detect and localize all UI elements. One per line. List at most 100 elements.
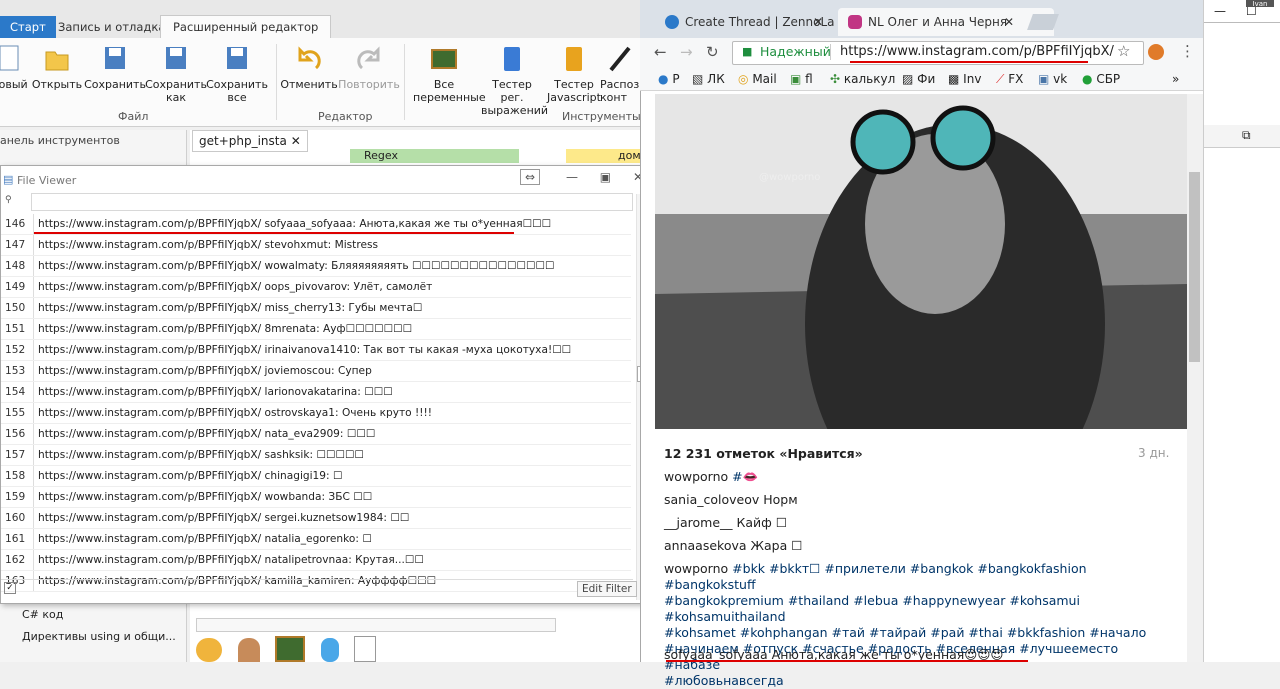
- restore-icon[interactable]: ⧉: [1242, 128, 1251, 143]
- all-variables-button[interactable]: Все переменные: [413, 44, 486, 104]
- table-row[interactable]: 160 https://www.instagram.com/p/BPFfiIYjq…: [1, 508, 631, 529]
- red-underline: [34, 232, 514, 234]
- close-icon[interactable]: ✕: [813, 8, 823, 36]
- calc-icon: ✣: [830, 72, 841, 86]
- edit-filter-button[interactable]: Edit Filter: [577, 581, 637, 597]
- url-text[interactable]: https://www.instagram.com/p/BPFfiIYjqbX/: [840, 44, 1114, 59]
- close-icon[interactable]: ✕: [291, 134, 301, 148]
- bookmark-inv[interactable]: ▩ Inv: [948, 72, 981, 86]
- table-row[interactable]: 155 https://www.instagram.com/p/BPFfiIYjq…: [1, 403, 631, 424]
- filter-checkbox[interactable]: ✓: [4, 582, 16, 594]
- list-icon[interactable]: [354, 636, 376, 662]
- minimize-icon[interactable]: —: [566, 170, 578, 184]
- variables-board-icon[interactable]: [275, 636, 305, 662]
- comment-user[interactable]: wowporno: [664, 469, 728, 484]
- menu-icon[interactable]: ⋮: [1180, 42, 1195, 60]
- yellow-block[interactable]: дом: [566, 149, 641, 163]
- undo-button[interactable]: Отменить: [278, 44, 340, 91]
- regex-block[interactable]: Regex: [350, 149, 519, 163]
- floppy-icon: [166, 47, 186, 69]
- lk-icon: ▧: [692, 72, 704, 86]
- regex-tester-button[interactable]: Тестер рег. выражений: [481, 44, 548, 117]
- js-tester-button[interactable]: Тестер Javascript: [543, 44, 605, 104]
- robot-icon[interactable]: [320, 638, 339, 662]
- table-row[interactable]: 148 https://www.instagram.com/p/BPFfiIYjq…: [1, 256, 631, 277]
- zenno-favicon: [665, 15, 679, 29]
- bookmark-r[interactable]: ● Р: [658, 72, 680, 86]
- table-row[interactable]: 156 https://www.instagram.com/p/BPFfiIYjq…: [1, 424, 631, 445]
- table-row[interactable]: 147 https://www.instagram.com/p/BPFfiIYjq…: [1, 235, 631, 256]
- save-all-button[interactable]: Сохранить все: [206, 44, 268, 104]
- bookmark-sbr[interactable]: ● СБР: [1082, 72, 1120, 86]
- table-row[interactable]: 161 https://www.instagram.com/p/BPFfiIYjq…: [1, 529, 631, 550]
- bookmark-calc[interactable]: ✣ калькул: [830, 72, 895, 86]
- more-bookmarks-icon[interactable]: »: [1172, 72, 1179, 86]
- browser-tab-zennolab[interactable]: Create Thread | ZennoLa ✕: [655, 8, 855, 36]
- close-icon[interactable]: ✕: [1004, 8, 1014, 36]
- table-row[interactable]: 157 https://www.instagram.com/p/BPFfiIYjq…: [1, 445, 631, 466]
- redo-icon: [357, 46, 380, 70]
- list-item-csharp[interactable]: C# код: [0, 604, 186, 626]
- table-row[interactable]: 149 https://www.instagram.com/p/BPFfiIYjq…: [1, 277, 631, 298]
- save-as-button[interactable]: Сохранить как: [145, 44, 207, 104]
- bookmark-fx[interactable]: ⟋ FX: [996, 72, 1023, 87]
- row-text: https://www.instagram.com/p/BPFfiIYjqbX/…: [38, 365, 372, 377]
- comment-user[interactable]: annaasekova: [664, 538, 747, 553]
- maximize-icon[interactable]: ▣: [600, 170, 611, 184]
- extension-icon[interactable]: [1148, 44, 1164, 60]
- table-row[interactable]: 153 https://www.instagram.com/p/BPFfiIYjq…: [1, 361, 631, 382]
- list-item-using[interactable]: Директивы using и общи...: [0, 626, 186, 648]
- caption-hashtags[interactable]: #bkk #bkkт☐ #прилетели #bangkok #bangkok…: [664, 561, 1087, 592]
- table-row[interactable]: 151 https://www.instagram.com/p/BPFfiIYjq…: [1, 319, 631, 340]
- likes-count[interactable]: 12 231 отметок «Нравится»: [664, 446, 863, 461]
- table-row[interactable]: 162 https://www.instagram.com/p/BPFfiIYjq…: [1, 550, 631, 571]
- redo-button[interactable]: Повторить: [338, 44, 400, 91]
- table-row[interactable]: 154 https://www.instagram.com/p/BPFfiIYjq…: [1, 382, 631, 403]
- table-row[interactable]: 152 https://www.instagram.com/p/BPFfiIYjq…: [1, 340, 631, 361]
- browser-scroll-thumb[interactable]: [1189, 172, 1200, 362]
- caption-hashtags[interactable]: #любовьнавсегда: [664, 673, 784, 688]
- table-row[interactable]: 159 https://www.instagram.com/p/BPFfiIYjq…: [1, 487, 631, 508]
- comment-user[interactable]: __jarome__: [664, 515, 733, 530]
- table-row[interactable]: 158 https://www.instagram.com/p/BPFfiIYjq…: [1, 466, 631, 487]
- row-text: https://www.instagram.com/p/BPFfiIYjqbX/…: [38, 470, 343, 482]
- user-button[interactable]: Ivan: [1246, 0, 1274, 8]
- background-window: ⧉ — ☐: [1203, 0, 1280, 662]
- reload-icon[interactable]: ↻: [706, 43, 719, 61]
- vk-icon: ▣: [1038, 72, 1050, 86]
- gear-icon[interactable]: [196, 638, 222, 662]
- save-button[interactable]: Сохранить: [84, 44, 146, 91]
- caption-user[interactable]: wowporno: [664, 561, 728, 576]
- filter-input[interactable]: [31, 193, 633, 211]
- post-image[interactable]: @wowporno: [655, 94, 1187, 429]
- line-number: 150: [1, 298, 34, 318]
- row-text: https://www.instagram.com/p/BPFfiIYjqbX/…: [38, 344, 572, 356]
- recognize-icon: [609, 46, 631, 72]
- recognize-button[interactable]: Распоз конт: [600, 44, 640, 104]
- bookmark-vk[interactable]: ▣ vk: [1038, 72, 1067, 86]
- bookmark-fl[interactable]: ▣ fl: [790, 72, 813, 86]
- back-icon[interactable]: ←: [654, 43, 667, 61]
- user-icon[interactable]: [237, 638, 260, 662]
- resize-icon[interactable]: ⇔: [520, 169, 541, 185]
- minimize-icon[interactable]: —: [1214, 4, 1226, 18]
- bookmark-fi[interactable]: ▨ Фи: [902, 72, 935, 86]
- forward-icon[interactable]: →: [680, 43, 693, 61]
- lock-icon[interactable]: ■: [742, 45, 752, 58]
- caption-hashtags[interactable]: #kohsamet #kohphangan #тай #тайрай #рай …: [664, 625, 1146, 640]
- caption-hashtags[interactable]: #bangkokpremium #thailand #lebua #happyn…: [664, 593, 1080, 624]
- row-text: https://www.instagram.com/p/BPFfiIYjqbX/…: [38, 218, 552, 230]
- browser-tab-instagram[interactable]: NL Олег и Анна Черня ✕: [838, 8, 1054, 36]
- table-row[interactable]: 150 https://www.instagram.com/p/BPFfiIYjq…: [1, 298, 631, 319]
- comment-user[interactable]: sania_coloveov: [664, 492, 759, 507]
- tab-record-debug[interactable]: Запись и отладка: [46, 16, 177, 38]
- tab-advanced-editor[interactable]: Расширенный редактор: [160, 15, 332, 38]
- open-button[interactable]: Открыть: [26, 44, 88, 91]
- line-number: 154: [1, 382, 34, 402]
- star-icon[interactable]: ☆: [1117, 42, 1130, 60]
- bookmark-lk[interactable]: ▧ ЛК: [692, 72, 725, 86]
- doc-tab[interactable]: get+php_insta ✕: [192, 130, 308, 152]
- horizontal-scrollbar[interactable]: [196, 618, 556, 632]
- bookmark-mail[interactable]: ◎ Mail: [738, 72, 777, 86]
- ft-icon: ▨: [902, 72, 914, 86]
